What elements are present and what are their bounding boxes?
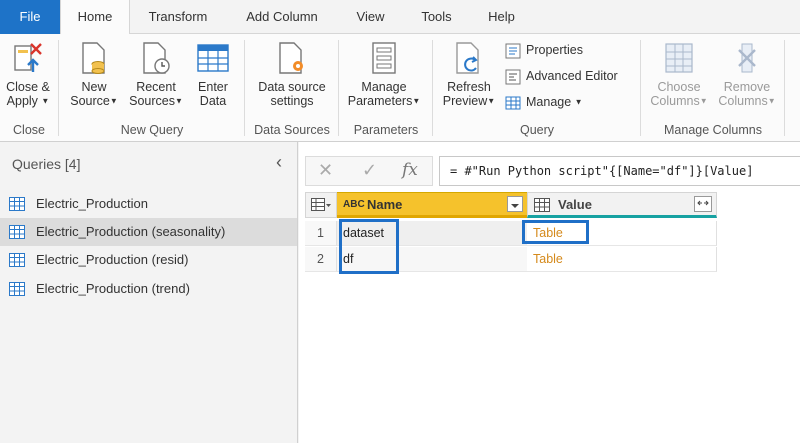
table-icon: [9, 253, 25, 267]
commit-formula-icon[interactable]: ✓: [362, 160, 377, 181]
refresh-preview-label-1: Refresh: [447, 80, 491, 94]
close-apply-label-2: Apply: [6, 94, 38, 108]
new-source-icon: [82, 42, 105, 74]
recent-sources-button[interactable]: Recent Sources▼: [124, 40, 188, 109]
close-apply-button[interactable]: Close & Apply ▼: [2, 40, 54, 109]
recent-sources-icon: [143, 42, 170, 74]
text-type-icon[interactable]: ABC: [343, 193, 365, 217]
choose-columns-label-1: Choose: [657, 80, 701, 94]
tab-transform[interactable]: Transform: [133, 0, 223, 34]
remove-columns-label-2: Columns: [718, 94, 768, 108]
refresh-preview-button[interactable]: Refresh Preview▼: [438, 40, 500, 109]
row-number[interactable]: 2: [305, 247, 337, 272]
advanced-editor-label: Advanced Editor: [526, 69, 618, 83]
manage-button[interactable]: Manage ▼: [505, 92, 583, 112]
properties-label: Properties: [526, 43, 583, 57]
expand-icon: [697, 200, 709, 206]
group-label-data-sources: Data Sources: [254, 123, 330, 137]
parameters-icon: [372, 42, 396, 74]
table-menu-button[interactable]: [305, 192, 337, 218]
refresh-preview-label-2: Preview: [442, 94, 488, 108]
table-icon: [9, 225, 25, 239]
remove-columns-label-1: Remove: [723, 80, 771, 94]
data-source-settings-label-1: Data source: [258, 80, 326, 94]
tab-file[interactable]: File: [0, 0, 60, 34]
column-header-name-label: Name: [367, 197, 403, 212]
properties-icon: [505, 43, 521, 59]
manage-parameters-label-1: Manage: [361, 80, 407, 94]
tab-help[interactable]: Help: [474, 0, 529, 34]
group-label-close: Close: [13, 123, 45, 137]
query-item[interactable]: Electric_Production (trend): [0, 275, 297, 303]
remove-columns-button[interactable]: Remove Columns▼: [714, 40, 780, 109]
enter-data-label-2: Data: [199, 94, 227, 108]
highlight-box-names: [339, 219, 399, 274]
column-header-name[interactable]: ABC Name: [337, 192, 527, 218]
row-number[interactable]: 1: [305, 221, 337, 246]
fx-icon[interactable]: fx: [402, 160, 418, 180]
enter-data-button[interactable]: Enter Data: [190, 40, 236, 108]
filter-dropdown-button[interactable]: [507, 196, 523, 212]
table-grid-icon: [197, 44, 229, 72]
query-item-selected[interactable]: Electric_Production (seasonality): [0, 218, 297, 246]
group-label-parameters: Parameters: [353, 123, 419, 137]
table-icon: [9, 282, 25, 296]
tab-view[interactable]: View: [343, 0, 398, 34]
enter-data-label-1: Enter: [198, 80, 228, 94]
chevron-down-icon: [511, 204, 519, 208]
queries-pane: Queries [4] ‹ Electric_Production Electr…: [0, 142, 298, 443]
manage-parameters-label-2: Parameters: [347, 94, 413, 108]
tab-tools[interactable]: Tools: [409, 0, 464, 34]
query-item[interactable]: Electric_Production: [0, 190, 297, 218]
formula-bar: ✕ ✓ fx = #"Run Python script"{[Name="df"…: [305, 156, 800, 186]
data-source-settings-label-2: settings: [270, 94, 314, 108]
choose-columns-button[interactable]: Choose Columns▼: [646, 40, 712, 109]
settings-document-icon: [279, 42, 303, 74]
ribbon-tabs: File Home Transform Add Column View Tool…: [0, 0, 800, 35]
group-label-query: Query: [519, 123, 555, 137]
table-cell-value-link[interactable]: Table: [527, 247, 717, 272]
table-icon: [9, 197, 25, 211]
column-header-value-label: Value: [558, 197, 592, 212]
group-label-new-query: New Query: [120, 123, 184, 137]
remove-columns-icon: [738, 43, 756, 73]
query-item-label: Electric_Production (seasonality): [36, 224, 226, 239]
manage-table-icon: [505, 96, 521, 110]
ribbon: Close & Apply ▼ New Source▼ Recent Sourc…: [0, 34, 800, 142]
new-source-label-1: New: [81, 80, 107, 94]
recent-sources-label-1: Recent: [136, 80, 176, 94]
queries-title: Queries [4]: [12, 156, 81, 172]
advanced-editor-icon: [505, 69, 521, 85]
close-apply-icon: [14, 43, 42, 72]
manage-parameters-button[interactable]: Manage Parameters▼: [342, 40, 426, 109]
close-apply-label-1: Close &: [6, 80, 50, 94]
expand-column-button[interactable]: [694, 196, 712, 212]
table-menu-icon: [311, 198, 331, 211]
choose-columns-label-2: Columns: [650, 94, 700, 108]
highlight-box-value: [522, 220, 589, 244]
column-header-value[interactable]: Value: [527, 192, 717, 218]
table-type-icon[interactable]: [534, 198, 550, 212]
cancel-formula-icon[interactable]: ✕: [318, 160, 333, 181]
advanced-editor-button[interactable]: Advanced Editor: [505, 66, 618, 86]
new-source-label-2: Source: [70, 94, 110, 108]
manage-label: Manage: [526, 95, 572, 109]
tab-home[interactable]: Home: [60, 0, 130, 35]
tab-add-column[interactable]: Add Column: [232, 0, 332, 34]
collapse-pane-icon[interactable]: ‹: [276, 152, 282, 173]
query-item-label: Electric_Production: [36, 196, 148, 211]
preview-area: ✕ ✓ fx = #"Run Python script"{[Name="df"…: [299, 142, 800, 443]
recent-sources-label-2: Sources: [129, 94, 175, 108]
formula-controls: ✕ ✓ fx: [305, 156, 433, 186]
query-item-label: Electric_Production (trend): [36, 281, 190, 296]
new-source-button[interactable]: New Source▼: [66, 40, 122, 109]
query-item-label: Electric_Production (resid): [36, 252, 189, 267]
query-item[interactable]: Electric_Production (resid): [0, 246, 297, 274]
data-source-settings-button[interactable]: Data source settings: [250, 40, 334, 108]
group-label-manage-columns: Manage Columns: [664, 123, 762, 137]
formula-input[interactable]: = #"Run Python script"{[Name="df"]}[Valu…: [439, 156, 800, 186]
refresh-icon: [456, 42, 479, 74]
choose-columns-icon: [665, 43, 693, 73]
properties-button[interactable]: Properties: [505, 40, 583, 60]
